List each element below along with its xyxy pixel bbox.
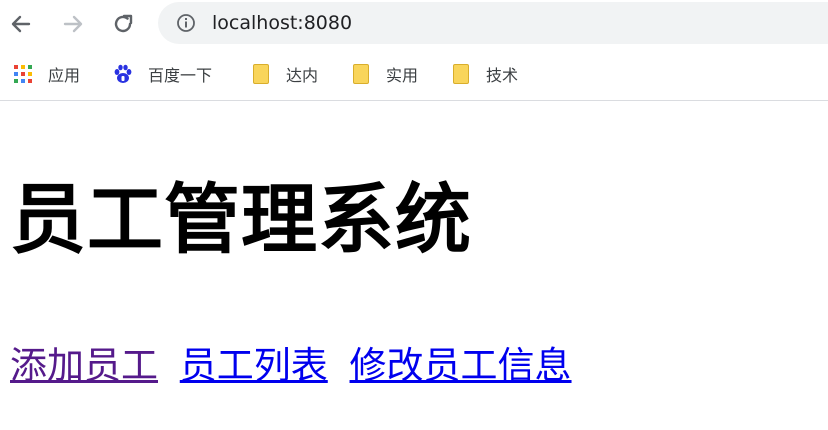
address-bar[interactable]: localhost:8080 xyxy=(158,2,828,44)
folder-icon xyxy=(450,63,472,85)
browser-toolbar: localhost:8080 xyxy=(0,0,828,48)
bookmark-baidu[interactable]: 百度一下 xyxy=(112,62,212,86)
page-title: 员工管理系统 xyxy=(10,175,472,264)
forward-arrow-icon xyxy=(63,15,83,33)
bookmark-label: 达内 xyxy=(286,66,319,85)
apps-grid-icon xyxy=(12,63,34,85)
folder-icon xyxy=(350,63,372,85)
reload-icon xyxy=(114,14,133,33)
back-arrow-icon xyxy=(11,15,31,33)
url-text[interactable]: localhost:8080 xyxy=(212,10,352,36)
employee-list-link[interactable]: 员工列表 xyxy=(180,344,328,387)
bookmark-folder-shiyong[interactable]: 实用 xyxy=(350,62,418,86)
bookmark-apps[interactable]: 应用 xyxy=(12,62,80,86)
folder-icon xyxy=(250,63,272,85)
bookmarks-bar: 应用 百度一下 达内 实用 技术 xyxy=(0,48,828,101)
edit-employee-link[interactable]: 修改员工信息 xyxy=(350,344,572,387)
bookmark-folder-jishu[interactable]: 技术 xyxy=(450,62,518,86)
bookmark-label: 实用 xyxy=(386,66,419,85)
bookmark-label: 技术 xyxy=(486,66,519,85)
bookmark-label: 应用 xyxy=(48,66,81,85)
bookmark-label: 百度一下 xyxy=(148,66,213,85)
nav-links: 添加员工 员工列表 修改员工信息 xyxy=(10,338,582,394)
forward-button[interactable] xyxy=(58,9,88,39)
back-button[interactable] xyxy=(6,9,36,39)
baidu-paw-icon xyxy=(112,63,134,85)
bookmark-folder-danei[interactable]: 达内 xyxy=(250,62,318,86)
add-employee-link[interactable]: 添加员工 xyxy=(10,344,158,387)
reload-button[interactable] xyxy=(108,9,138,39)
info-icon[interactable] xyxy=(176,13,196,33)
